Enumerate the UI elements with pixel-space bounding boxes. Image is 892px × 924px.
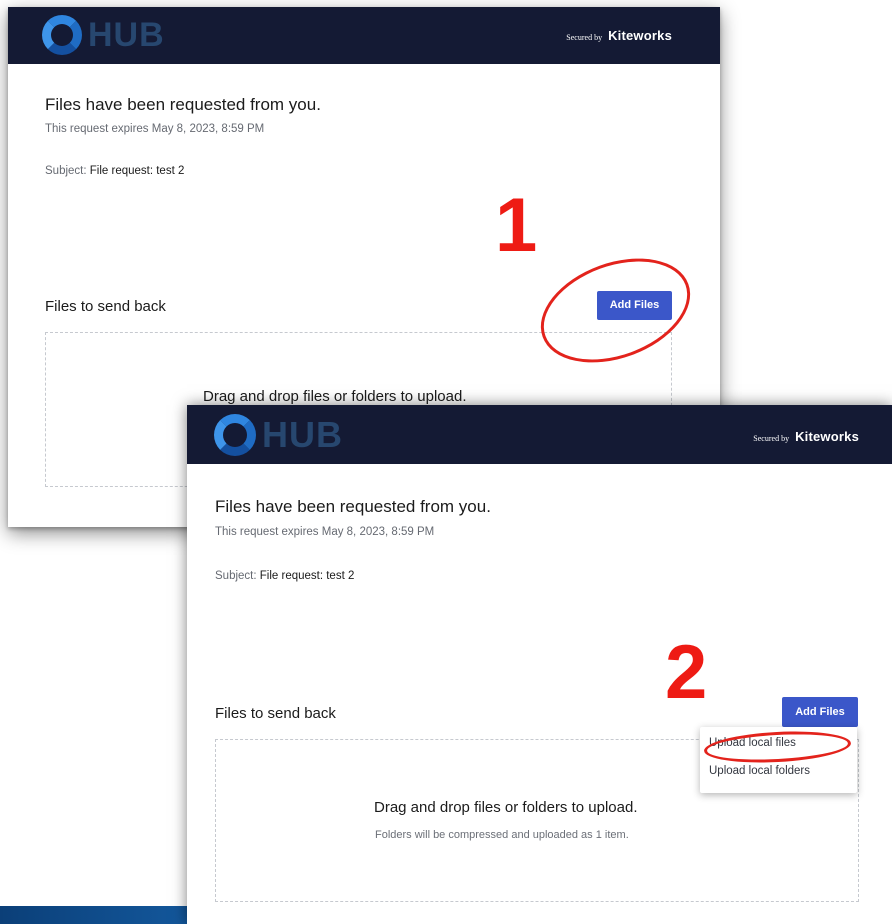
secured-by-badge: Secured by Kiteworks (753, 429, 859, 444)
step-number-2: 2 (665, 630, 708, 715)
hub-logo[interactable]: HUB (42, 15, 165, 55)
subject-line: Subject: File request: test 2 (45, 165, 184, 177)
subject-line: Subject: File request: test 2 (215, 570, 354, 582)
menu-item-upload-local-folders[interactable]: Upload local folders (709, 765, 810, 777)
hub-logo-text: HUB (88, 15, 165, 54)
page-title: Files have been requested from you. (215, 497, 491, 516)
secured-by-label: Secured by (753, 434, 790, 443)
subject-label: Subject: (215, 570, 257, 582)
app-header: HUB Secured by Kiteworks (8, 7, 720, 64)
drop-zone-text: Drag and drop files or folders to upload… (374, 799, 638, 816)
kiteworks-logo: Kiteworks (608, 28, 672, 43)
files-to-send-back-heading: Files to send back (45, 298, 166, 315)
hub-logo-text: HUB (262, 414, 343, 455)
subject-value: File request: test 2 (259, 570, 355, 582)
screenshot-panel-2: HUB Secured by Kiteworks Files have been… (187, 405, 892, 924)
page-title: Files have been requested from you. (45, 95, 321, 114)
step-number-1: 1 (495, 183, 538, 268)
files-to-send-back-heading: Files to send back (215, 705, 336, 722)
app-header: HUB Secured by Kiteworks (187, 405, 892, 464)
hub-logo[interactable]: HUB (214, 414, 343, 456)
expiry-text: This request expires May 8, 2023, 8:59 P… (215, 526, 435, 538)
hub-logo-ring-icon (42, 15, 82, 55)
kiteworks-logo: Kiteworks (795, 429, 859, 444)
secured-by-label: Secured by (566, 33, 603, 42)
drop-zone-subtext: Folders will be compressed and uploaded … (375, 829, 629, 841)
secured-by-badge: Secured by Kiteworks (566, 28, 672, 43)
add-files-button[interactable]: Add Files (782, 697, 858, 727)
subject-value: File request: test 2 (89, 165, 185, 177)
subject-label: Subject: (45, 165, 87, 177)
drop-zone-text: Drag and drop files or folders to upload… (203, 388, 467, 405)
expiry-text: This request expires May 8, 2023, 8:59 P… (45, 123, 265, 135)
hub-logo-ring-icon (214, 414, 256, 456)
